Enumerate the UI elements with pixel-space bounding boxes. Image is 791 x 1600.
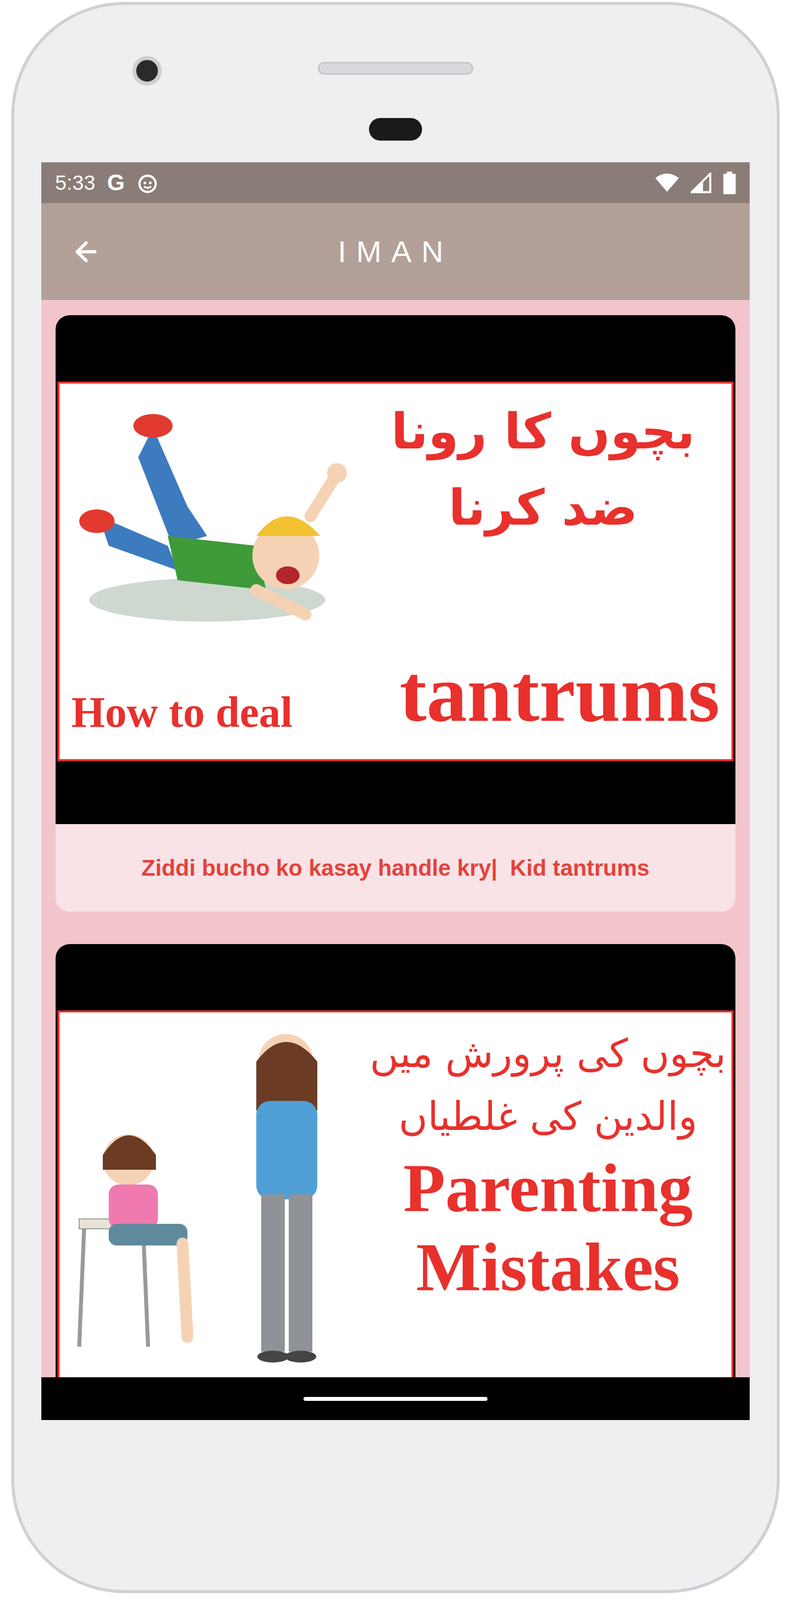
thumbnail-urdu-text: والدین کی غلطیاں xyxy=(398,1085,698,1149)
signal-icon xyxy=(690,172,712,194)
page: 5:33 G IMAN بچوں کا روناضد کرنا How to deal t… xyxy=(0,0,791,1600)
status-time: 5:33 xyxy=(55,167,96,199)
toolbar-title: IMAN xyxy=(337,228,454,275)
home-indicator[interactable] xyxy=(303,1397,488,1402)
parenting-illustration-icon xyxy=(59,1022,365,1377)
speaker-icon xyxy=(317,61,474,75)
thumbnail-headline: tantrums xyxy=(399,649,720,739)
thumbnail-urdu-text: ضد کرنا xyxy=(448,469,639,547)
phone-frame: 5:33 G IMAN بچوں کا روناضد کرنا How to deal t… xyxy=(11,1,780,1594)
cat-face-icon xyxy=(136,172,159,194)
notification-text: G xyxy=(107,165,125,200)
thumbnail-urdu-text: بچوں کی پرورش میں xyxy=(369,1022,727,1086)
thumbnail-subtitle: How to deal xyxy=(71,686,293,739)
thumbnail-urdu-text: بچوں کا رونا xyxy=(391,393,696,470)
navigation-bar xyxy=(41,1377,750,1421)
video-frame[interactable]: بچوں کا روناضد کرنا How to deal tantrums xyxy=(55,315,736,825)
screen: 5:33 G IMAN بچوں کا روناضد کرنا How to deal t… xyxy=(41,162,750,1421)
video-thumbnail[interactable]: بچوں کا روناضد کرنا How to deal tantrums xyxy=(57,381,734,762)
video-caption: Ziddi bucho ko kasay handle kry| Kid tan… xyxy=(141,851,650,886)
thumbnail-headline: Mistakes xyxy=(416,1227,681,1308)
battery-icon xyxy=(723,171,736,195)
sensor-icon xyxy=(368,118,423,141)
back-arrow-icon[interactable] xyxy=(70,236,102,268)
video-list: بچوں کا روناضد کرنا How to deal tantrums Zi… xyxy=(41,300,750,1378)
camera-icon xyxy=(132,56,162,86)
video-card[interactable]: بچوں کا روناضد کرنا How to deal tantrums Zi… xyxy=(55,315,736,913)
thumbnail-headline: Parenting xyxy=(403,1148,694,1228)
toolbar: IMAN xyxy=(41,203,750,301)
video-frame[interactable]: بچوں کی پرورش میںوالدین کی غلطیاںParenti… xyxy=(55,944,736,1378)
status-bar: 5:33 G xyxy=(41,162,750,204)
tantrum-illustration-icon xyxy=(59,398,355,645)
video-thumbnail[interactable]: بچوں کی پرورش میںوالدین کی غلطیاںParenti… xyxy=(57,1010,734,1378)
wifi-icon xyxy=(655,172,679,194)
video-card[interactable]: بچوں کی پرورش میںوالدین کی غلطیاںParenti… xyxy=(55,944,736,1378)
